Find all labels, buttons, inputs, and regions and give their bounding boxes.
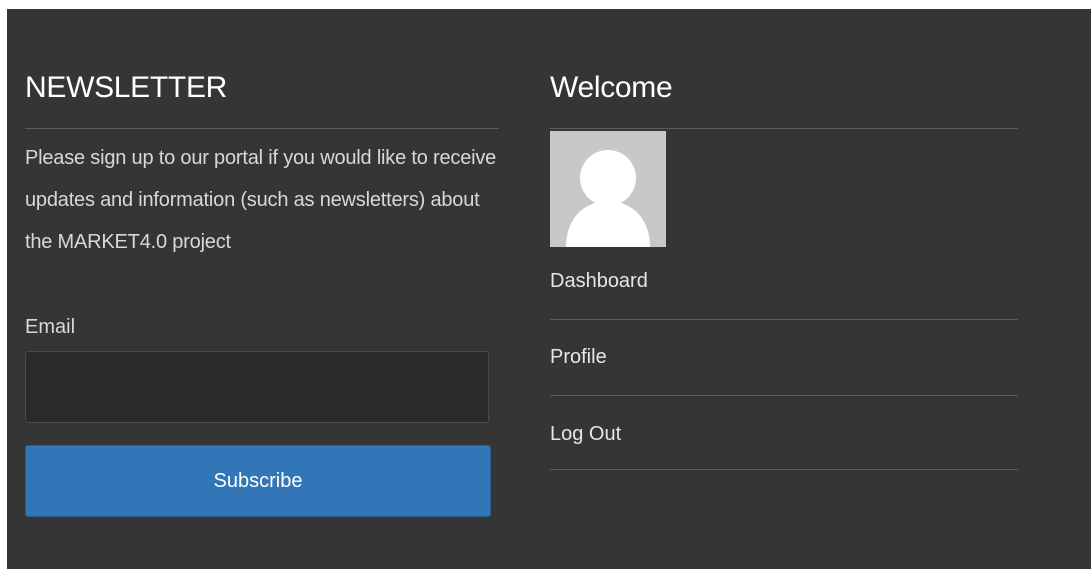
footer-panel: NEWSLETTER Please sign up to our portal … — [7, 9, 1091, 569]
menu-item-dashboard[interactable]: Dashboard — [550, 269, 1018, 293]
menu-item-logout[interactable]: Log Out — [550, 422, 1018, 446]
menu-divider — [550, 469, 1018, 470]
menu-item-profile[interactable]: Profile — [550, 345, 1018, 369]
newsletter-divider — [25, 128, 499, 129]
avatar — [550, 131, 666, 247]
email-label: Email — [25, 316, 76, 338]
newsletter-description: Please sign up to our portal if you woul… — [25, 147, 497, 253]
subscribe-button[interactable]: Subscribe — [25, 445, 491, 517]
menu-divider — [550, 395, 1018, 396]
newsletter-title: NEWSLETTER — [25, 71, 228, 104]
email-input[interactable] — [25, 351, 489, 423]
welcome-divider — [550, 128, 1018, 129]
menu-divider — [550, 319, 1018, 320]
welcome-title: Welcome — [550, 71, 673, 104]
user-silhouette-icon — [566, 150, 650, 247]
